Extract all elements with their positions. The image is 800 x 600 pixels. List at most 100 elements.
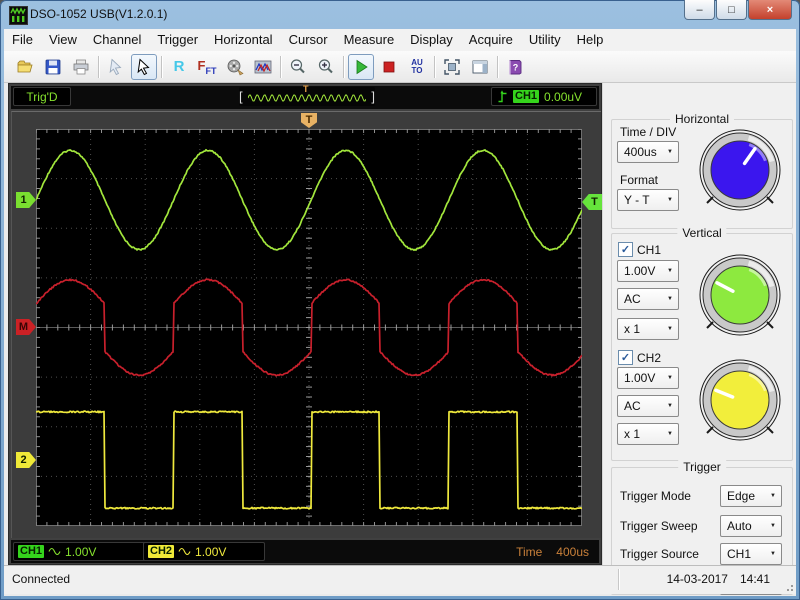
scope-display: T 1 M 2 T	[11, 111, 602, 538]
pointer-light-icon	[109, 58, 122, 75]
app-window: DSO-1052 USB(V1.2.0.1) – □ × File View C…	[0, 0, 800, 600]
time-label: Time	[516, 544, 543, 559]
title-bar[interactable]: DSO-1052 USB(V1.2.0.1) – □ ×	[0, 0, 800, 29]
ch1-coupling-icon	[48, 547, 61, 556]
record-button[interactable]	[222, 54, 248, 80]
fullscreen-button[interactable]	[439, 54, 465, 80]
open-folder-icon	[17, 60, 33, 72]
ch1-checkbox[interactable]: ✓	[618, 242, 633, 257]
print-button[interactable]	[68, 54, 94, 80]
statusbar-divider	[618, 569, 619, 590]
minimize-button[interactable]: –	[684, 0, 715, 20]
resize-grip[interactable]	[783, 581, 793, 591]
check-icon: ✓	[620, 352, 631, 364]
ch2-volt-select[interactable]: 1.00V ▼	[617, 367, 679, 389]
autoset-button[interactable]: AU TO	[404, 54, 430, 80]
zoom-in-icon	[318, 58, 333, 73]
maximize-button[interactable]: □	[716, 0, 747, 20]
svg-text:?: ?	[513, 62, 519, 72]
menu-display[interactable]: Display	[402, 29, 461, 51]
window-title: DSO-1052 USB(V1.2.0.1)	[30, 7, 168, 21]
ch1-readout: CH1 1.00V	[13, 542, 151, 561]
cursor-tool-alt-button[interactable]	[103, 54, 129, 80]
menu-measure[interactable]: Measure	[336, 29, 403, 51]
datetime-status: 14-03-2017 14:41	[667, 572, 770, 586]
toolbar-separator	[98, 55, 99, 78]
waveform-import-button[interactable]	[250, 54, 276, 80]
ch2-checkbox[interactable]: ✓	[618, 350, 633, 365]
chevron-down-icon: ▼	[770, 551, 776, 557]
menu-acquire[interactable]: Acquire	[461, 29, 521, 51]
chevron-down-icon: ▼	[667, 375, 673, 381]
toolbar-separator	[497, 55, 498, 78]
menu-utility[interactable]: Utility	[521, 29, 569, 51]
time-div-select[interactable]: 400us ▼	[617, 141, 679, 163]
ch1-volt-select[interactable]: 1.00V ▼	[617, 260, 679, 282]
ch1-probe-select[interactable]: x 1 ▼	[617, 318, 679, 340]
trigger-mode-label: Trigger Mode	[620, 489, 691, 503]
ch1-position-knob[interactable]	[695, 250, 785, 340]
chevron-down-icon: ▼	[667, 403, 673, 409]
zoom-out-button[interactable]	[285, 54, 311, 80]
math-position-marker[interactable]: M	[16, 319, 36, 335]
format-select[interactable]: Y - T ▼	[617, 189, 679, 211]
trigger-time-marker[interactable]: T	[301, 113, 317, 128]
waveform-preview[interactable]: [ ] T	[239, 84, 375, 106]
ch2-position-marker[interactable]: 2	[16, 452, 36, 468]
status-bar: Connected 14-03-2017 14:41	[4, 565, 796, 594]
trigger-sweep-select[interactable]: Auto ▼	[720, 515, 782, 537]
trigger-status-box: Trig'D	[13, 87, 71, 106]
refresh-button[interactable]: R	[166, 54, 192, 80]
help-button[interactable]: ?	[502, 54, 528, 80]
format-label: Format	[620, 173, 659, 187]
ch1-position-marker[interactable]: 1	[16, 192, 36, 208]
connection-status: Connected	[12, 572, 71, 586]
ch2-coupling-icon	[178, 547, 191, 556]
cursor-tool-button[interactable]	[131, 53, 157, 80]
menu-file[interactable]: File	[4, 29, 41, 51]
chevron-down-icon: ▼	[667, 431, 673, 437]
scope-bottom-bar: CH1 1.00V CH2 1.00V Time 400us	[11, 540, 599, 563]
trigger-level-marker[interactable]: T	[582, 194, 602, 210]
trigger-mode-select[interactable]: Edge ▼	[720, 485, 782, 507]
time-div-label: Time / DIV	[620, 125, 677, 139]
ch2-probe-select[interactable]: x 1 ▼	[617, 423, 679, 445]
stop-button[interactable]	[376, 54, 402, 80]
trigger-readout-box: CH1 0.00uV	[491, 87, 597, 106]
chevron-down-icon: ▼	[667, 197, 673, 203]
menu-horizontal[interactable]: Horizontal	[206, 29, 281, 51]
menu-cursor[interactable]: Cursor	[281, 29, 336, 51]
preview-trigger-marker: T	[303, 84, 309, 94]
scope-screen-svg	[36, 129, 582, 526]
trigger-edge-icon	[498, 90, 507, 103]
pointer-icon	[137, 57, 150, 75]
chevron-down-icon: ▼	[770, 523, 776, 529]
trigger-source-select[interactable]: CH1 ▼	[720, 543, 782, 565]
preview-bracket-right: ]	[371, 89, 375, 104]
fft-button[interactable]: FFT	[194, 54, 220, 80]
save-button[interactable]	[40, 54, 66, 80]
toolbar-separator	[280, 55, 281, 78]
menu-view[interactable]: View	[41, 29, 85, 51]
panels-button[interactable]	[467, 54, 493, 80]
chevron-down-icon: ▼	[667, 268, 673, 274]
menu-help[interactable]: Help	[569, 29, 612, 51]
fullscreen-icon	[444, 58, 460, 75]
ch2-readout: CH2 1.00V	[143, 542, 265, 561]
stop-icon	[383, 61, 395, 72]
run-button[interactable]	[348, 53, 374, 80]
zoom-in-button[interactable]	[313, 54, 339, 80]
menu-channel[interactable]: Channel	[85, 29, 149, 51]
menu-trigger[interactable]: Trigger	[149, 29, 206, 51]
ch1-coupling-select[interactable]: AC ▼	[617, 288, 679, 310]
trigger-group-title: Trigger	[678, 460, 726, 474]
check-icon: ✓	[620, 244, 631, 256]
ch2-position-knob[interactable]	[695, 355, 785, 445]
trigger-level-value: 0.00uV	[544, 89, 583, 104]
minimize-icon: –	[696, 3, 703, 16]
ch2-coupling-select[interactable]: AC ▼	[617, 395, 679, 417]
open-button[interactable]	[12, 54, 38, 80]
close-button[interactable]: ×	[748, 0, 792, 20]
client-area: File View Channel Trigger Horizontal Cur…	[4, 29, 796, 596]
horizontal-knob[interactable]	[695, 125, 785, 215]
